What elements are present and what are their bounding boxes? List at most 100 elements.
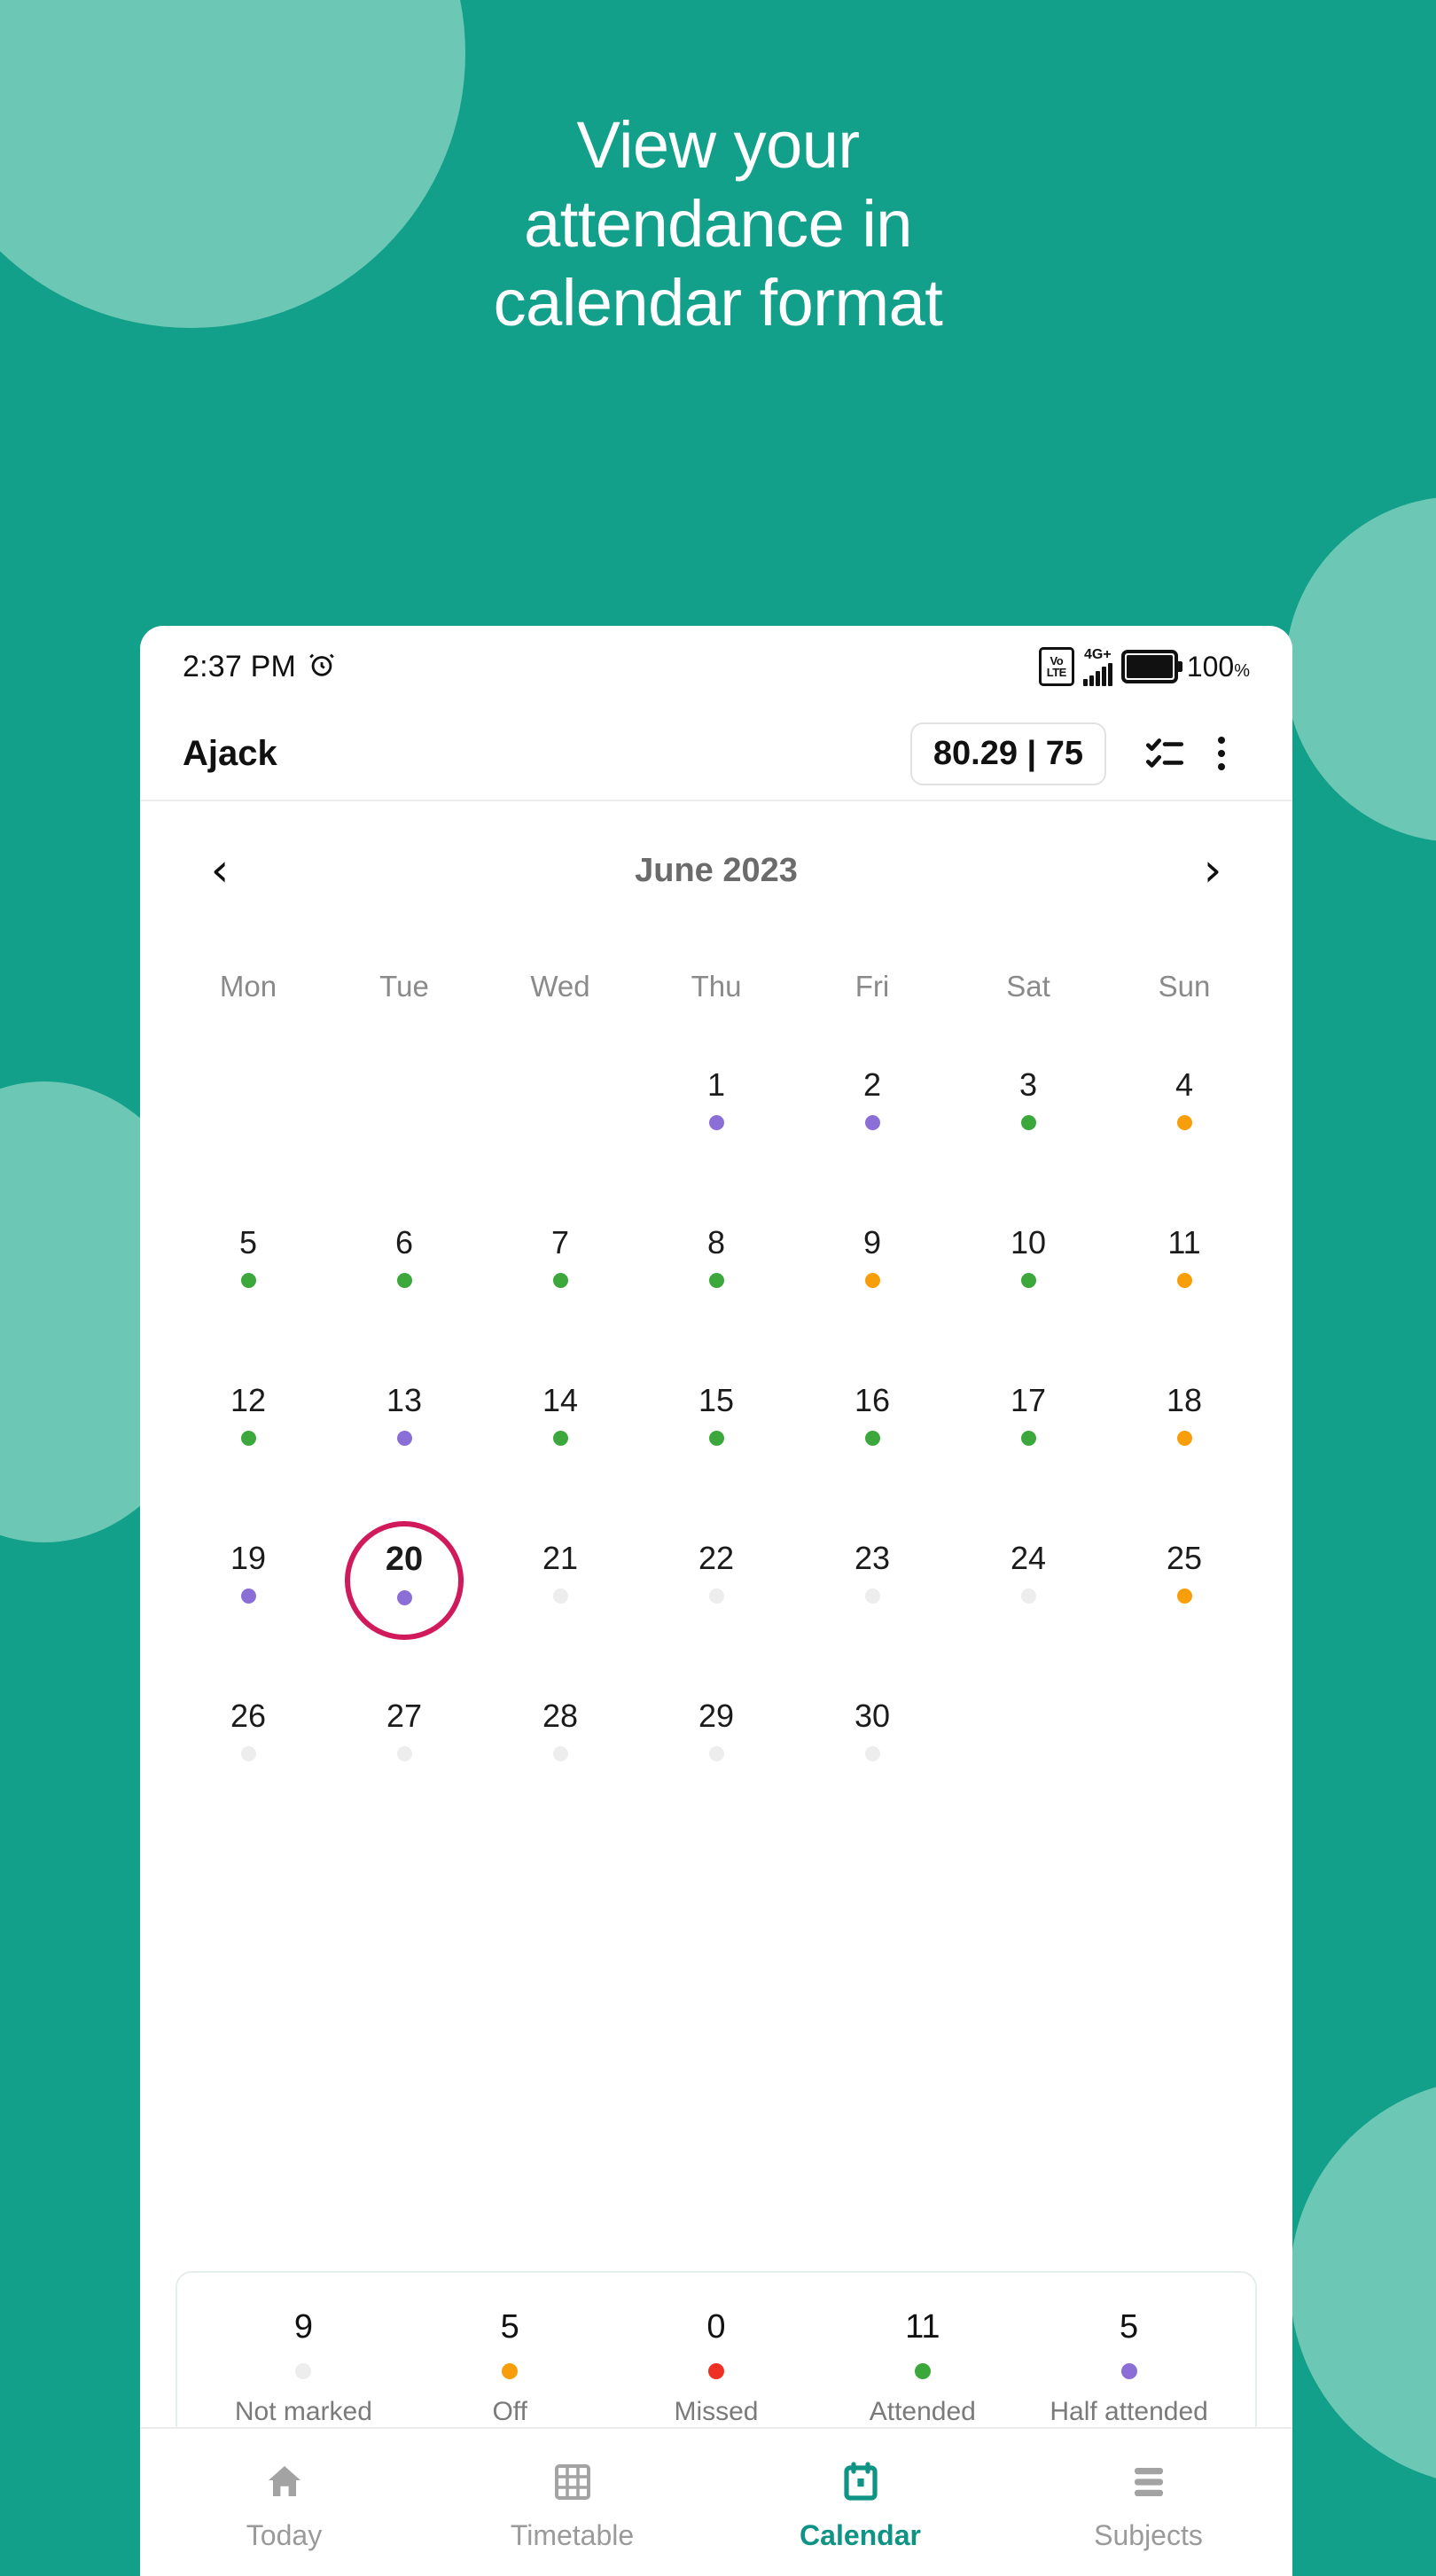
weekday-label-mon: Mon: [219, 970, 277, 1003]
nav-item-label: Calendar: [800, 2518, 921, 2551]
stat-off: 5 Off: [407, 2310, 613, 2427]
weekday-label-sun: Sun: [1158, 970, 1211, 1003]
calendar-day-26[interactable]: 26: [170, 1695, 326, 1853]
calendar-day-2[interactable]: 2: [794, 1064, 950, 1222]
weekday-label-wed: Wed: [530, 970, 590, 1003]
calendar-day-number: 8: [706, 1224, 726, 1261]
nav-item-label: Today: [246, 2518, 323, 2551]
signal-bars: [1082, 662, 1112, 686]
day-status-dot-half: [240, 1589, 256, 1604]
more-vertical-icon[interactable]: [1193, 725, 1250, 782]
calendar-day-number: 30: [854, 1698, 891, 1734]
stat-label: Missed: [674, 2397, 759, 2426]
day-status-dot-off: [1176, 1431, 1192, 1446]
day-status-dot-not-marked: [396, 1746, 412, 1761]
calendar-day-number: 17: [1010, 1382, 1047, 1418]
weekday-label-sat: Sat: [1006, 970, 1050, 1003]
calendar-day-number: 6: [394, 1224, 414, 1261]
calendar-day-number: 10: [1010, 1224, 1047, 1261]
calendar-icon: [838, 2459, 884, 2505]
promo-headline: View your attendance in calendar format: [0, 106, 1436, 342]
calendar-day-12[interactable]: 12: [170, 1379, 326, 1537]
stat-value: 5: [500, 2308, 519, 2346]
calendar-day-number: 18: [1166, 1382, 1203, 1418]
current-month-label: June 2023: [635, 851, 798, 889]
calendar-day-number: 29: [698, 1698, 735, 1734]
calendar-cell-empty: [326, 1064, 482, 1222]
calendar-day-3[interactable]: 3: [950, 1064, 1106, 1222]
nav-item-subjects[interactable]: Subjects: [1004, 2459, 1292, 2552]
calendar-day-16[interactable]: 16: [794, 1379, 950, 1537]
alarm-clock-icon: [307, 650, 337, 684]
stat-color-dot: [707, 2363, 724, 2379]
calendar-day-5[interactable]: 5: [170, 1222, 326, 1379]
stat-label: Half attended: [1050, 2397, 1208, 2426]
calendar-day-23[interactable]: 23: [794, 1537, 950, 1695]
nav-item-timetable[interactable]: Timetable: [428, 2459, 716, 2552]
day-status-dot-half: [864, 1115, 880, 1130]
calendar-day-17[interactable]: 17: [950, 1379, 1106, 1537]
day-status-dot-not-marked: [864, 1746, 880, 1761]
calendar-day-15[interactable]: 15: [638, 1379, 794, 1537]
day-status-dot-attended: [396, 1273, 412, 1288]
calendar-day-7[interactable]: 7: [482, 1222, 638, 1379]
calendar-day-18[interactable]: 18: [1106, 1379, 1262, 1537]
calendar-day-number: 16: [854, 1382, 891, 1418]
calendar-day-number: 5: [238, 1224, 258, 1261]
calendar-day-24[interactable]: 24: [950, 1537, 1106, 1695]
day-status-dot-attended: [864, 1431, 880, 1446]
previous-month-button[interactable]: ‹: [193, 847, 246, 894]
day-status-dot-off: [864, 1273, 880, 1288]
headline-line-2: attendance in: [524, 186, 912, 261]
calendar-day-number: 28: [542, 1698, 579, 1734]
volte-icon: Vo LTE: [1038, 647, 1074, 686]
attendance-percentage-badge[interactable]: 80.29 | 75: [909, 722, 1106, 785]
day-status-dot-off: [1176, 1273, 1192, 1288]
day-status-dot-attended: [1020, 1115, 1036, 1130]
calendar-day-4[interactable]: 4: [1106, 1064, 1262, 1222]
attendance-summary-card: 9 Not marked 5 Off 0 Missed 11 Attended 5 Half at…: [176, 2271, 1257, 2427]
network-type-label: 4G+: [1083, 646, 1112, 662]
battery-percent: 100%: [1186, 650, 1250, 683]
calendar-day-22[interactable]: 22: [638, 1537, 794, 1695]
volte-bottom-text: LTE: [1046, 666, 1067, 679]
day-status-dot-off: [1176, 1115, 1192, 1130]
calendar-day-29[interactable]: 29: [638, 1695, 794, 1853]
month-navigation: ‹ June 2023 ›: [140, 801, 1292, 909]
calendar-day-25[interactable]: 25: [1106, 1537, 1262, 1695]
home-icon: [261, 2459, 308, 2505]
checklist-icon[interactable]: [1136, 725, 1193, 782]
calendar-day-number: 3: [1018, 1066, 1038, 1103]
nav-item-calendar[interactable]: Calendar: [716, 2459, 1004, 2552]
signal-icon: 4G+: [1082, 646, 1112, 686]
next-month-button[interactable]: ›: [1186, 847, 1239, 894]
calendar-day-1[interactable]: 1: [638, 1064, 794, 1222]
calendar-day-27[interactable]: 27: [326, 1695, 482, 1853]
day-status-dot-not-marked: [552, 1589, 568, 1604]
nav-item-today[interactable]: Today: [140, 2459, 428, 2552]
day-status-dot-not-marked: [864, 1589, 880, 1604]
stat-value: 5: [1120, 2308, 1139, 2346]
calendar-day-13[interactable]: 13: [326, 1379, 482, 1537]
calendar-day-20[interactable]: 20: [326, 1521, 482, 1695]
stat-label: Attended: [869, 2397, 976, 2426]
stat-color-dot: [1120, 2363, 1137, 2379]
calendar-day-number: 22: [698, 1540, 735, 1576]
status-bar: 2:37 PM Vo LTE 4G+ 100%: [140, 626, 1292, 707]
nav-item-label: Subjects: [1094, 2518, 1203, 2551]
calendar-day-11[interactable]: 11: [1106, 1222, 1262, 1379]
calendar-day-9[interactable]: 9: [794, 1222, 950, 1379]
calendar-day-19[interactable]: 19: [170, 1537, 326, 1695]
calendar-day-28[interactable]: 28: [482, 1695, 638, 1853]
calendar-day-14[interactable]: 14: [482, 1379, 638, 1537]
stat-color-dot: [502, 2363, 519, 2379]
calendar-day-number: 2: [862, 1066, 882, 1103]
stat-attended: 11 Attended: [819, 2310, 1026, 2427]
calendar-day-8[interactable]: 8: [638, 1222, 794, 1379]
calendar-day-10[interactable]: 10: [950, 1222, 1106, 1379]
calendar-day-30[interactable]: 30: [794, 1695, 950, 1853]
calendar-day-number: 9: [862, 1224, 882, 1261]
calendar-day-6[interactable]: 6: [326, 1222, 482, 1379]
day-status-dot-attended: [552, 1273, 568, 1288]
calendar-day-21[interactable]: 21: [482, 1537, 638, 1695]
